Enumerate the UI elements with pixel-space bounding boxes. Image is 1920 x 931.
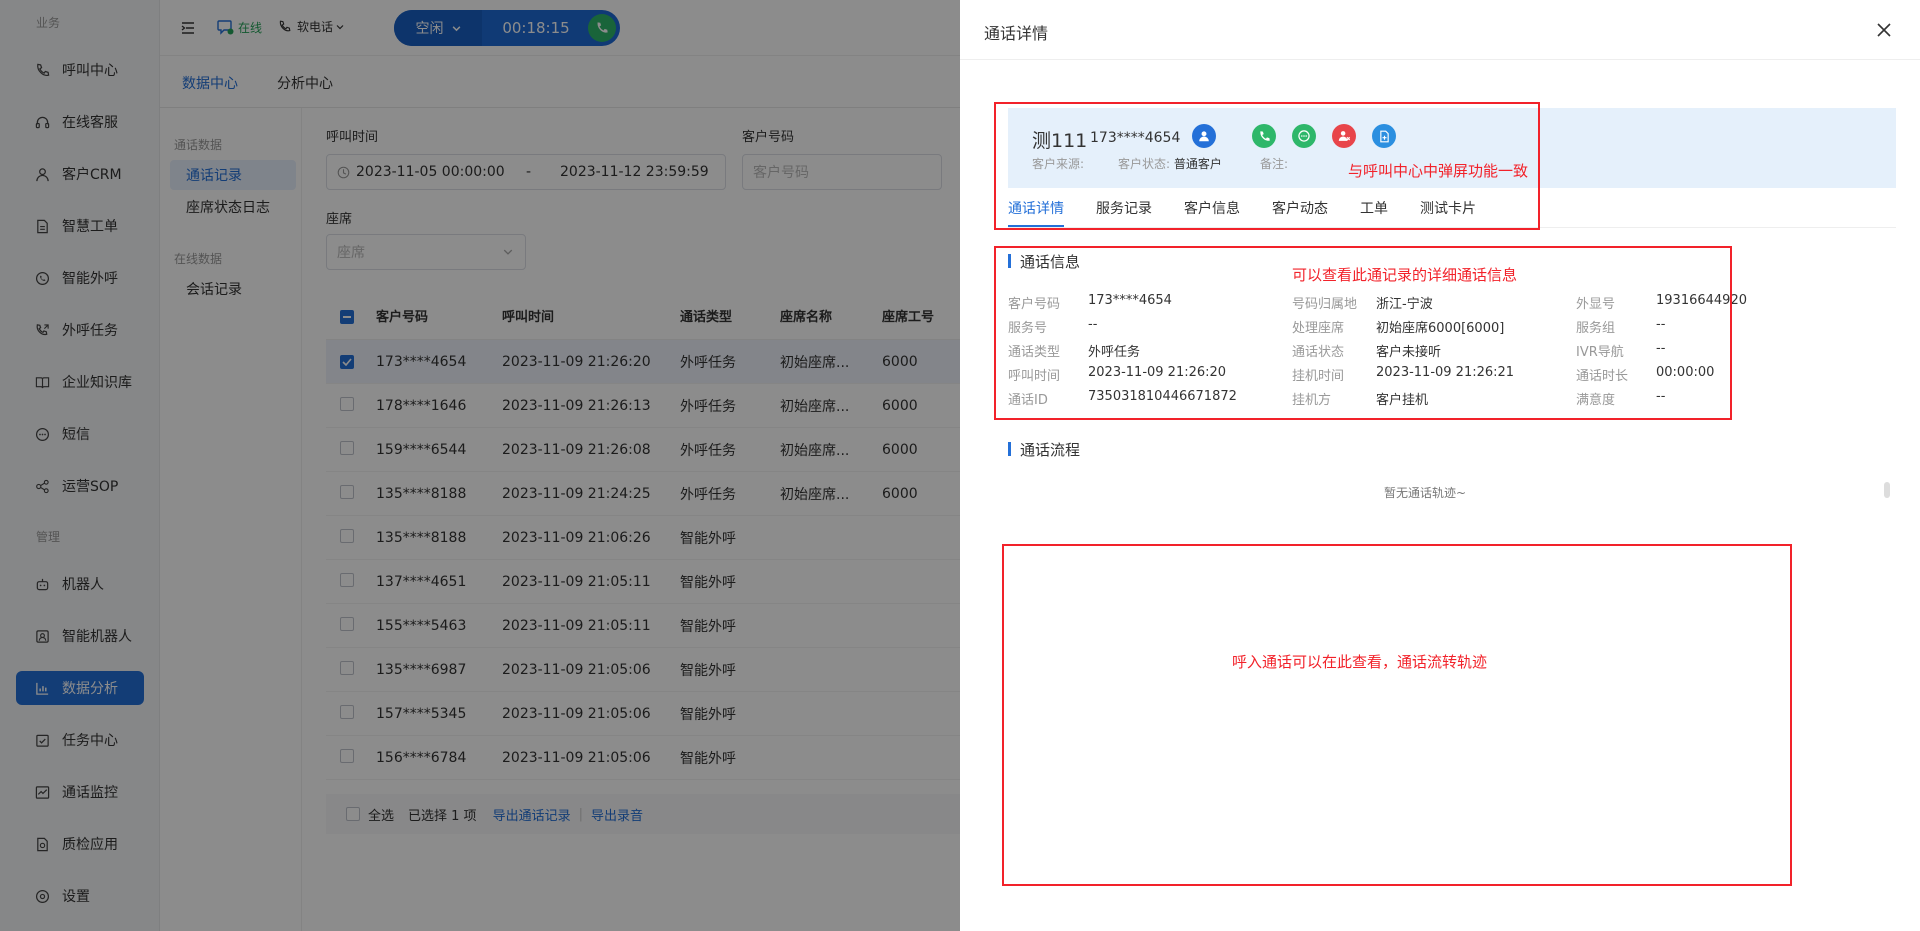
annotation-popup-text: 与呼叫中心中弹屏功能一致	[1348, 162, 1529, 180]
annotation-box-flow	[1002, 544, 1792, 886]
call-flow-empty: 暂无通话轨迹~	[1384, 486, 1467, 500]
modal-overlay[interactable]	[0, 0, 960, 931]
drawer-header: 通话详情	[960, 0, 1920, 60]
close-icon[interactable]	[1876, 22, 1892, 38]
drawer-title: 通话详情	[984, 24, 1049, 43]
call-flow-title: 通话流程	[1008, 439, 1080, 460]
annotation-detail-text: 可以查看此通记录的详细通话信息	[1292, 266, 1518, 284]
scrollbar-thumb[interactable]	[1884, 482, 1890, 498]
call-detail-drawer: 通话详情 测111 173****4654 客户来源: 客户状态: 普通客户 备…	[960, 0, 1920, 931]
annotation-flow-text: 呼入通话可以在此查看，通话流转轨迹	[1232, 653, 1488, 671]
